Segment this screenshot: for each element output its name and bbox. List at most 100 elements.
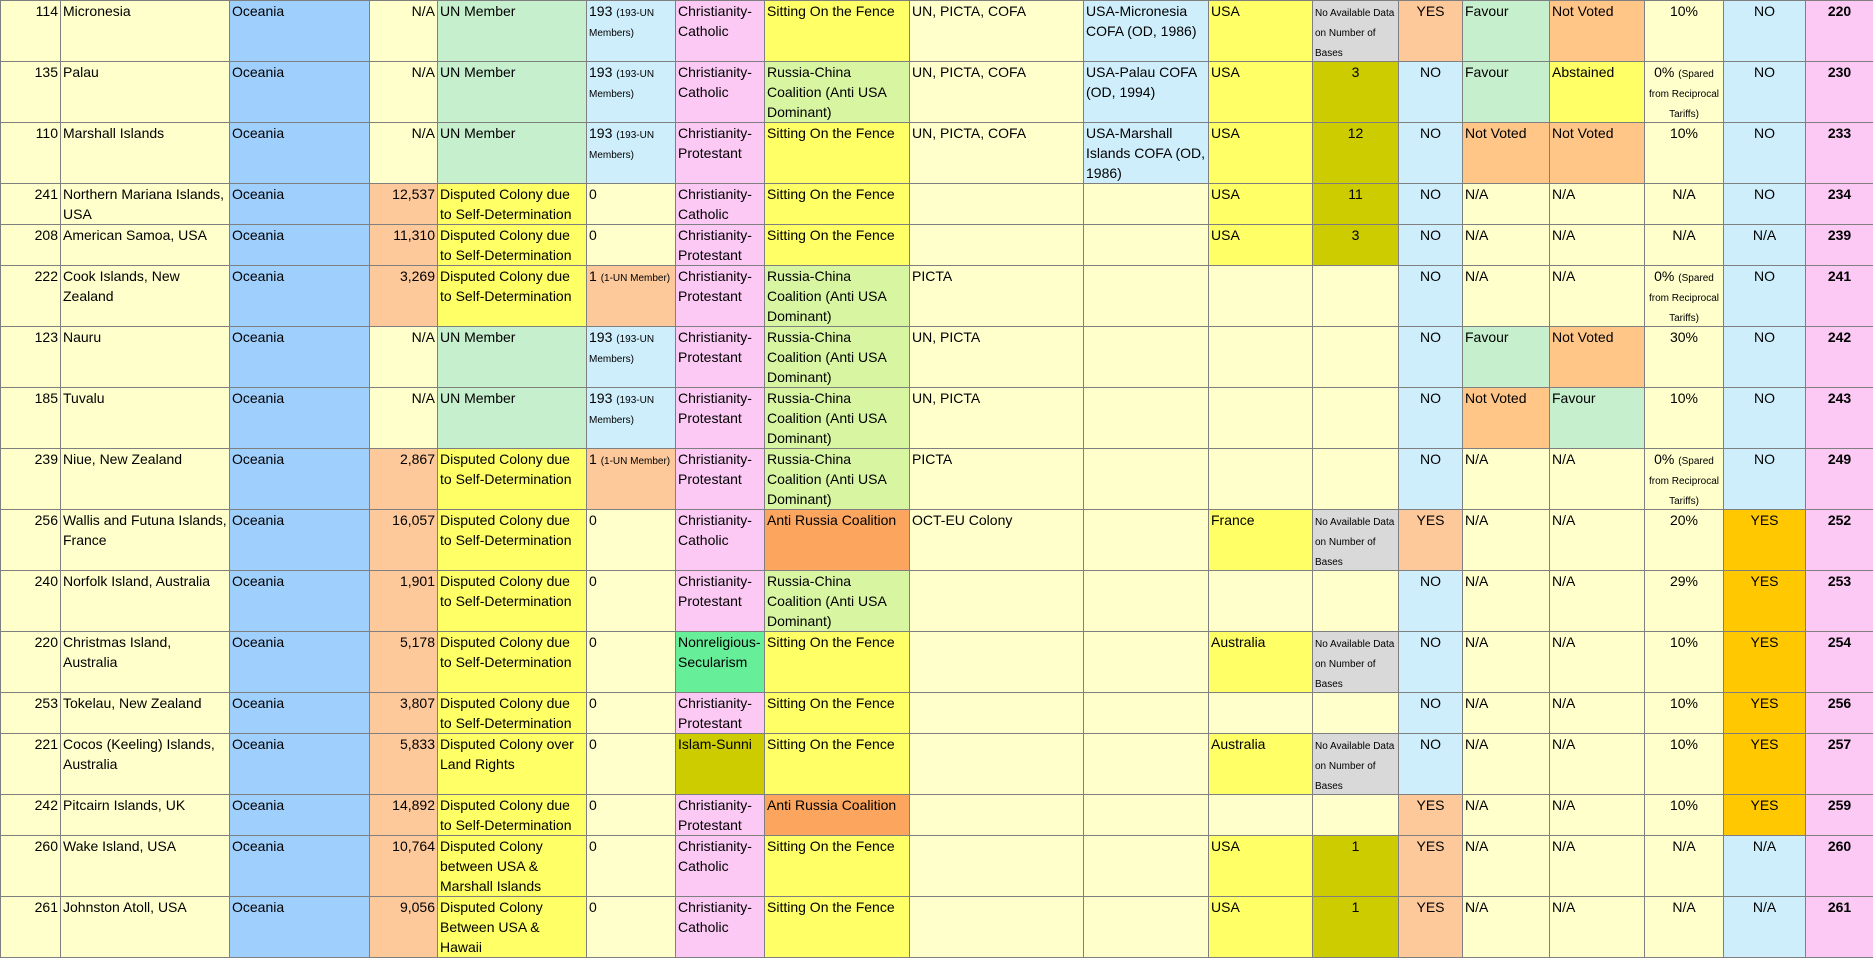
cell-status[interactable]: Disputed Colony due to Self-Determinatio…	[438, 571, 587, 632]
cell-agreement[interactable]	[1084, 266, 1209, 327]
cell-presence[interactable]: NO	[1399, 388, 1463, 449]
cell-agreement[interactable]: USA-Micronesia COFA (OD, 1986)	[1084, 1, 1209, 62]
cell-final-rank[interactable]: 252	[1806, 510, 1873, 571]
cell-population[interactable]: 1,901	[370, 571, 438, 632]
cell-presence[interactable]: NO	[1399, 632, 1463, 693]
cell-final-rank[interactable]: 230	[1806, 62, 1873, 123]
cell-bases[interactable]	[1313, 795, 1399, 836]
cell-organizations[interactable]	[910, 795, 1084, 836]
cell-final-rank[interactable]: 249	[1806, 449, 1873, 510]
cell-region[interactable]: Oceania	[230, 836, 370, 897]
cell-final-rank[interactable]: 234	[1806, 184, 1873, 225]
cell-presence[interactable]: YES	[1399, 1, 1463, 62]
cell-vote-2[interactable]: N/A	[1550, 693, 1645, 734]
cell-vote-2[interactable]: N/A	[1550, 632, 1645, 693]
cell-religion[interactable]: Christianity-Protestant	[676, 449, 765, 510]
cell-vote-2[interactable]: N/A	[1550, 449, 1645, 510]
cell-flag[interactable]: NO	[1724, 62, 1806, 123]
cell-flag[interactable]: YES	[1724, 510, 1806, 571]
cell-alignment[interactable]: Russia-China Coalition (Anti USA Dominan…	[765, 62, 910, 123]
cell-vote-1[interactable]: N/A	[1463, 836, 1550, 897]
cell-host[interactable]	[1209, 327, 1313, 388]
cell-tariff[interactable]: 10%	[1645, 693, 1724, 734]
cell-bases[interactable]	[1313, 449, 1399, 510]
cell-population[interactable]: 12,537	[370, 184, 438, 225]
cell-rank[interactable]: 110	[1, 123, 61, 184]
cell-bases[interactable]: No Available Data on Number of Bases	[1313, 734, 1399, 795]
cell-country[interactable]: Wallis and Futuna Islands, France	[61, 510, 230, 571]
cell-organizations[interactable]: UN, PICTA	[910, 327, 1084, 388]
cell-alignment[interactable]: Sitting On the Fence	[765, 632, 910, 693]
cell-rank[interactable]: 240	[1, 571, 61, 632]
cell-tariff[interactable]: 30%	[1645, 327, 1724, 388]
cell-country[interactable]: Norfolk Island, Australia	[61, 571, 230, 632]
cell-final-rank[interactable]: 253	[1806, 571, 1873, 632]
cell-tariff[interactable]: 29%	[1645, 571, 1724, 632]
cell-tariff[interactable]: 10%	[1645, 123, 1724, 184]
cell-country[interactable]: Pitcairn Islands, UK	[61, 795, 230, 836]
cell-vote-1[interactable]: N/A	[1463, 225, 1550, 266]
cell-un-members[interactable]: 0	[587, 734, 676, 795]
cell-vote-1[interactable]: Not Voted	[1463, 123, 1550, 184]
cell-final-rank[interactable]: 260	[1806, 836, 1873, 897]
cell-country[interactable]: Wake Island, USA	[61, 836, 230, 897]
cell-flag[interactable]: NO	[1724, 184, 1806, 225]
cell-agreement[interactable]	[1084, 225, 1209, 266]
cell-region[interactable]: Oceania	[230, 449, 370, 510]
cell-country[interactable]: Johnston Atoll, USA	[61, 897, 230, 958]
cell-un-members[interactable]: 0	[587, 571, 676, 632]
cell-presence[interactable]: NO	[1399, 123, 1463, 184]
cell-organizations[interactable]: OCT-EU Colony	[910, 510, 1084, 571]
cell-flag[interactable]: NO	[1724, 327, 1806, 388]
cell-organizations[interactable]	[910, 632, 1084, 693]
cell-status[interactable]: UN Member	[438, 388, 587, 449]
cell-presence[interactable]: NO	[1399, 184, 1463, 225]
cell-vote-2[interactable]: Not Voted	[1550, 327, 1645, 388]
cell-un-members[interactable]: 0	[587, 184, 676, 225]
cell-population[interactable]: 3,269	[370, 266, 438, 327]
cell-country[interactable]: Niue, New Zealand	[61, 449, 230, 510]
cell-tariff[interactable]: 0% (Spared from Reciprocal Tariffs)	[1645, 449, 1724, 510]
cell-un-members[interactable]: 0	[587, 225, 676, 266]
cell-country[interactable]: Cook Islands, New Zealand	[61, 266, 230, 327]
cell-organizations[interactable]: UN, PICTA	[910, 388, 1084, 449]
cell-flag[interactable]: NO	[1724, 449, 1806, 510]
cell-rank[interactable]: 221	[1, 734, 61, 795]
cell-host[interactable]: USA	[1209, 123, 1313, 184]
cell-presence[interactable]: YES	[1399, 795, 1463, 836]
cell-presence[interactable]: YES	[1399, 836, 1463, 897]
cell-rank[interactable]: 123	[1, 327, 61, 388]
cell-region[interactable]: Oceania	[230, 225, 370, 266]
cell-vote-2[interactable]: N/A	[1550, 795, 1645, 836]
cell-host[interactable]	[1209, 795, 1313, 836]
cell-tariff[interactable]: N/A	[1645, 184, 1724, 225]
cell-status[interactable]: Disputed Colony due to Self-Determinatio…	[438, 225, 587, 266]
cell-population[interactable]: N/A	[370, 327, 438, 388]
cell-country[interactable]: Nauru	[61, 327, 230, 388]
cell-presence[interactable]: NO	[1399, 449, 1463, 510]
cell-flag[interactable]: N/A	[1724, 836, 1806, 897]
cell-rank[interactable]: 208	[1, 225, 61, 266]
cell-un-members[interactable]: 193 (193-UN Members)	[587, 327, 676, 388]
cell-vote-2[interactable]: N/A	[1550, 836, 1645, 897]
cell-population[interactable]: 5,178	[370, 632, 438, 693]
cell-vote-1[interactable]: N/A	[1463, 449, 1550, 510]
cell-religion[interactable]: Christianity-Catholic	[676, 510, 765, 571]
cell-vote-2[interactable]: N/A	[1550, 225, 1645, 266]
cell-host[interactable]	[1209, 571, 1313, 632]
cell-final-rank[interactable]: 241	[1806, 266, 1873, 327]
cell-final-rank[interactable]: 242	[1806, 327, 1873, 388]
cell-religion[interactable]: Christianity-Protestant	[676, 225, 765, 266]
cell-organizations[interactable]: UN, PICTA, COFA	[910, 62, 1084, 123]
cell-alignment[interactable]: Anti Russia Coalition	[765, 795, 910, 836]
cell-alignment[interactable]: Russia-China Coalition (Anti USA Dominan…	[765, 571, 910, 632]
cell-country[interactable]: Micronesia	[61, 1, 230, 62]
cell-region[interactable]: Oceania	[230, 123, 370, 184]
cell-status[interactable]: UN Member	[438, 123, 587, 184]
cell-final-rank[interactable]: 257	[1806, 734, 1873, 795]
cell-status[interactable]: Disputed Colony due to Self-Determinatio…	[438, 510, 587, 571]
cell-agreement[interactable]	[1084, 184, 1209, 225]
cell-status[interactable]: Disputed Colony due to Self-Determinatio…	[438, 632, 587, 693]
cell-region[interactable]: Oceania	[230, 1, 370, 62]
cell-country[interactable]: Tuvalu	[61, 388, 230, 449]
